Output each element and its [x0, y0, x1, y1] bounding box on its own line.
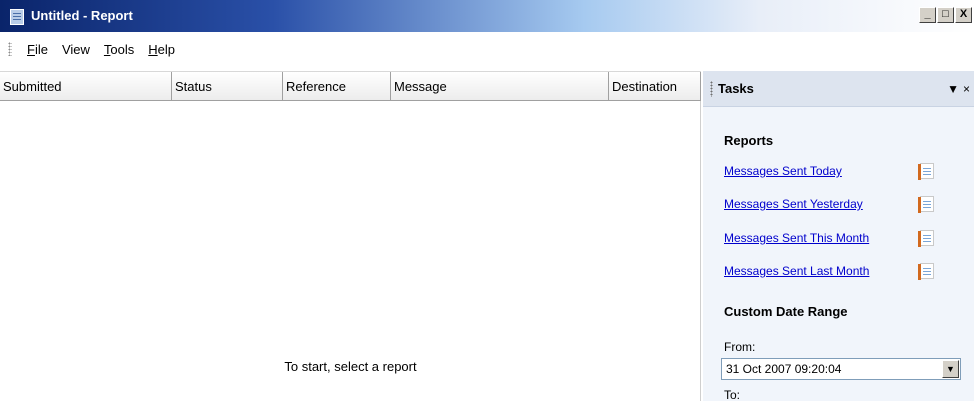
title-bar[interactable]: Untitled - Report _ □ X — [0, 0, 974, 32]
window-title: Untitled - Report — [31, 8, 133, 23]
minimize-button[interactable]: _ — [919, 7, 936, 23]
column-header-submitted[interactable]: Submitted — [0, 72, 172, 100]
report-document-icon[interactable] — [918, 230, 934, 247]
chevron-down-icon[interactable]: ▼ — [942, 360, 959, 378]
column-header-destination[interactable]: Destination — [609, 72, 701, 100]
menu-file[interactable]: File — [20, 42, 55, 57]
report-link-sent-this-month[interactable]: Messages Sent This Month — [724, 231, 869, 245]
tasks-pane: Tasks ▼ × Reports Messages Sent Today Me… — [703, 71, 974, 401]
menu-help[interactable]: Help — [141, 42, 182, 57]
tasks-header: Tasks ▼ × — [703, 71, 974, 107]
from-date-value: 31 Oct 2007 09:20:04 — [726, 362, 842, 376]
menu-tools[interactable]: Tools — [97, 42, 141, 57]
report-link-sent-yesterday[interactable]: Messages Sent Yesterday — [724, 197, 863, 211]
empty-state-message: To start, select a report — [284, 359, 417, 374]
report-document-icon[interactable] — [918, 163, 934, 180]
report-link-sent-last-month[interactable]: Messages Sent Last Month — [724, 264, 869, 278]
tasks-title: Tasks — [718, 81, 754, 96]
report-link-sent-today[interactable]: Messages Sent Today — [724, 164, 842, 178]
tasks-close-icon[interactable]: × — [963, 82, 970, 96]
menu-view[interactable]: View — [55, 42, 97, 57]
tasks-grip-icon[interactable] — [710, 80, 713, 97]
list-header: Submitted Status Reference Message Desti… — [0, 71, 701, 101]
column-header-reference[interactable]: Reference — [283, 72, 391, 100]
reports-heading: Reports — [724, 133, 774, 148]
report-list[interactable]: To start, select a report — [0, 101, 701, 401]
menu-bar: File View Tools Help — [0, 37, 974, 61]
menu-file-accel: F — [27, 41, 35, 57]
tasks-dropdown-icon[interactable]: ▼ — [947, 82, 959, 96]
window-controls: _ □ X — [918, 7, 972, 23]
maximize-button[interactable]: □ — [937, 7, 954, 23]
menu-grip-icon[interactable] — [8, 42, 12, 56]
column-header-status[interactable]: Status — [172, 72, 283, 100]
column-header-message[interactable]: Message — [391, 72, 609, 100]
from-label: From: — [724, 340, 756, 354]
report-document-icon[interactable] — [918, 263, 934, 280]
to-label: To: — [724, 388, 741, 401]
report-document-icon[interactable] — [918, 196, 934, 213]
close-button[interactable]: X — [955, 7, 972, 23]
menu-help-accel: H — [148, 41, 158, 57]
from-date-picker[interactable]: 31 Oct 2007 09:20:04 ▼ — [721, 358, 961, 380]
report-app-icon — [10, 9, 24, 25]
custom-date-range-heading: Custom Date Range — [724, 304, 848, 319]
